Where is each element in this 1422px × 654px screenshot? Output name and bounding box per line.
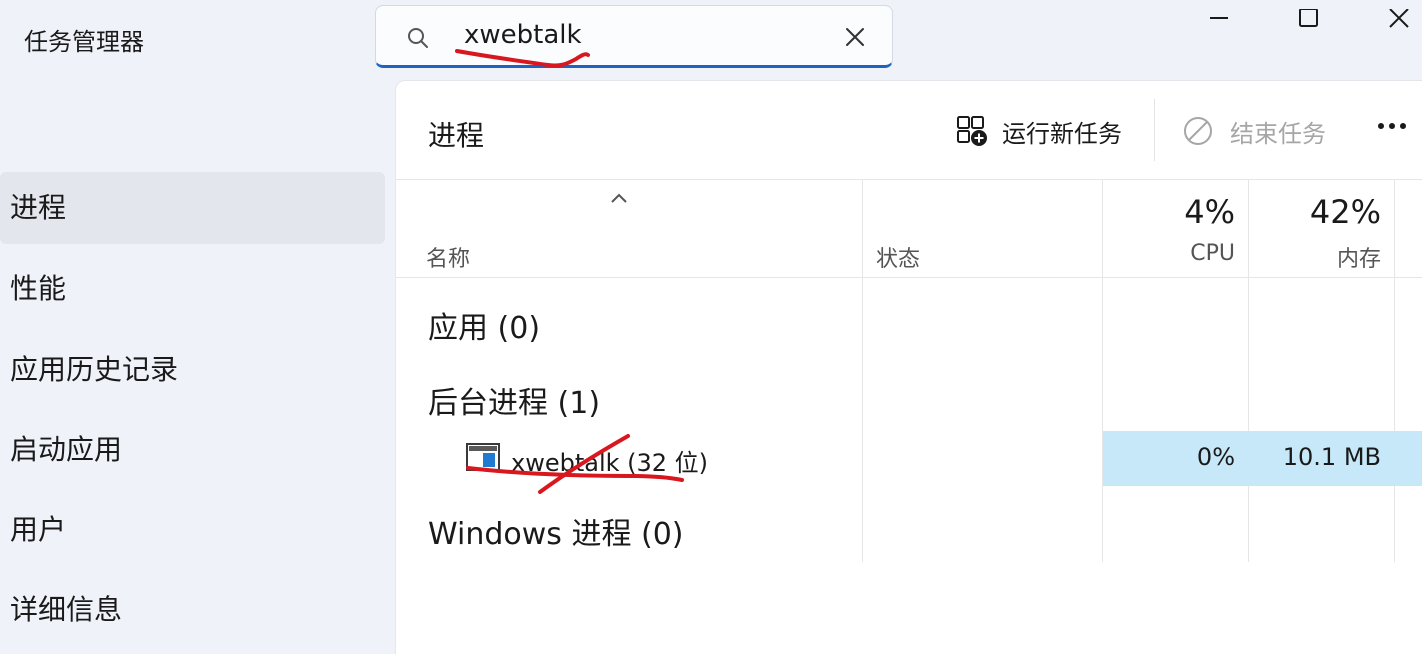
close-button[interactable] — [1370, 0, 1422, 40]
close-icon — [1389, 9, 1409, 28]
nav-item-app-history[interactable]: 应用历史记录 — [0, 334, 385, 406]
group-header-windows[interactable]: Windows 进程 (0) — [428, 509, 683, 553]
group-header-apps[interactable]: 应用 (0) — [428, 303, 540, 347]
column-divider[interactable] — [1248, 179, 1249, 562]
nav-item-users[interactable]: 用户 — [0, 494, 385, 566]
processes-panel: 进程 运行新任务 结束任务 名称 状态 4% CPU 42% 内存 应用 (0)… — [395, 80, 1422, 654]
column-divider[interactable] — [862, 179, 863, 562]
group-header-background[interactable]: 后台进程 (1) — [428, 378, 600, 422]
more-dots-icon — [1378, 123, 1384, 129]
clear-search-icon[interactable] — [844, 26, 866, 48]
column-header-memory[interactable]: 内存 — [1249, 241, 1381, 273]
end-task-button[interactable]: 结束任务 — [1182, 113, 1326, 149]
column-header-divider — [396, 277, 1422, 278]
memory-total-percent[interactable]: 42% — [1249, 193, 1381, 231]
nav-item-performance[interactable]: 性能 — [0, 253, 385, 325]
search-box[interactable]: xwebtalk — [375, 5, 893, 68]
column-divider[interactable] — [1102, 179, 1103, 562]
page-title: 进程 — [428, 119, 485, 152]
maximize-button[interactable] — [1280, 0, 1336, 40]
column-header-status[interactable]: 状态 — [876, 241, 920, 273]
column-divider[interactable] — [1394, 179, 1395, 562]
minimize-icon — [1210, 17, 1228, 19]
column-header-name[interactable]: 名称 — [426, 241, 470, 273]
run-new-task-label: 运行新任务 — [1002, 119, 1122, 148]
new-task-icon — [957, 116, 987, 146]
search-input[interactable]: xwebtalk — [464, 20, 582, 50]
app-title: 任务管理器 — [24, 28, 144, 56]
prohibited-icon — [1184, 117, 1212, 145]
process-memory: 10.1 MB — [1282, 443, 1381, 471]
more-options-button[interactable] — [1378, 123, 1406, 129]
process-cpu: 0% — [1196, 443, 1235, 471]
process-name[interactable]: xwebtalk (32 位) — [511, 443, 708, 478]
nav-item-processes[interactable]: 进程 — [0, 172, 385, 244]
window-app-icon — [466, 443, 500, 471]
search-icon — [408, 28, 428, 48]
end-task-label: 结束任务 — [1230, 119, 1326, 148]
nav-item-startup-apps[interactable]: 启动应用 — [0, 414, 385, 486]
cpu-total-percent[interactable]: 4% — [1103, 193, 1235, 231]
maximize-icon — [1299, 9, 1318, 27]
header-divider — [396, 179, 1422, 180]
minimize-button[interactable] — [1190, 0, 1246, 40]
sort-up-icon[interactable] — [609, 191, 629, 205]
nav-item-details[interactable]: 详细信息 — [0, 574, 385, 646]
column-header-cpu[interactable]: CPU — [1103, 241, 1235, 266]
run-new-task-button[interactable]: 运行新任务 — [956, 113, 1122, 149]
toolbar-divider — [1154, 99, 1155, 161]
